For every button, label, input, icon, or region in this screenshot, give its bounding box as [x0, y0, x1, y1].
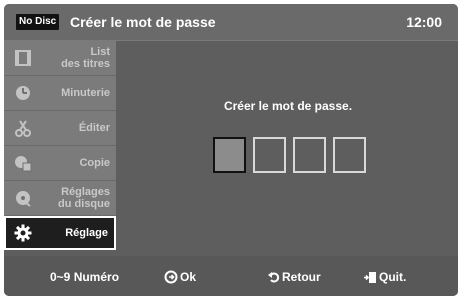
gear-icon	[14, 224, 32, 242]
sidebar-item-timer[interactable]: Minuterie	[4, 76, 116, 111]
no-disc-badge: No Disc	[16, 14, 60, 30]
sidebar-item-label: Copie	[79, 157, 110, 169]
sidebar-item-disc-settings[interactable]: Réglages du disque	[4, 181, 116, 216]
enter-icon	[164, 270, 178, 284]
quit-hint-label: Quit.	[379, 270, 407, 284]
pin-digit-2[interactable]	[253, 137, 286, 173]
pin-digit-1[interactable]	[213, 137, 246, 173]
clock: 12:00	[406, 14, 442, 30]
page-title: Créer le mot de passe	[70, 14, 216, 30]
ok-hint-label: Ok	[180, 270, 197, 284]
pin-entry[interactable]	[213, 137, 373, 173]
film-icon	[15, 50, 31, 66]
quit-hint[interactable]: Quit.	[364, 269, 406, 285]
copy-icon	[15, 156, 32, 172]
number-hint[interactable]: 0~9 Numéro	[50, 269, 119, 285]
button-guide-bar: 0~9 Numéro Ok Retour Quit.	[4, 256, 458, 296]
exit-icon	[364, 271, 376, 283]
sidebar-item-edit[interactable]: Éditer	[4, 111, 116, 146]
number-hint-label: 0~9 Numéro	[50, 270, 120, 284]
sidebar-item-copy[interactable]: Copie	[4, 146, 116, 181]
sidebar-item-label: List des titres	[61, 46, 110, 70]
main-panel: Créer le mot de passe.	[118, 41, 458, 251]
ok-hint[interactable]: Ok	[164, 269, 196, 285]
password-prompt: Créer le mot de passe.	[223, 99, 353, 113]
sidebar-item-setup[interactable]: Réglage	[4, 216, 116, 250]
screen: No Disc Créer le mot de passe 12:00 List…	[4, 4, 458, 296]
sidebar-item-label: Réglages du disque	[58, 186, 110, 210]
scissors-icon	[15, 120, 31, 137]
sidebar-item-label: Réglage	[65, 227, 108, 239]
sidebar-item-label: Éditer	[78, 122, 110, 134]
title-bar: No Disc Créer le mot de passe 12:00	[4, 4, 458, 41]
pin-digit-3[interactable]	[293, 137, 326, 173]
back-hint-label: Retour	[282, 270, 321, 284]
sidebar-item-label: Minuterie	[61, 87, 110, 99]
timer-icon	[16, 86, 30, 100]
sidebar-menu: List des titres Minuterie Éditer Copie R…	[4, 41, 118, 251]
return-icon	[268, 272, 280, 283]
back-hint[interactable]: Retour	[268, 269, 321, 285]
disc-settings-icon	[16, 191, 31, 207]
pin-digit-4[interactable]	[333, 137, 366, 173]
sidebar-item-title-list[interactable]: List des titres	[4, 41, 116, 76]
